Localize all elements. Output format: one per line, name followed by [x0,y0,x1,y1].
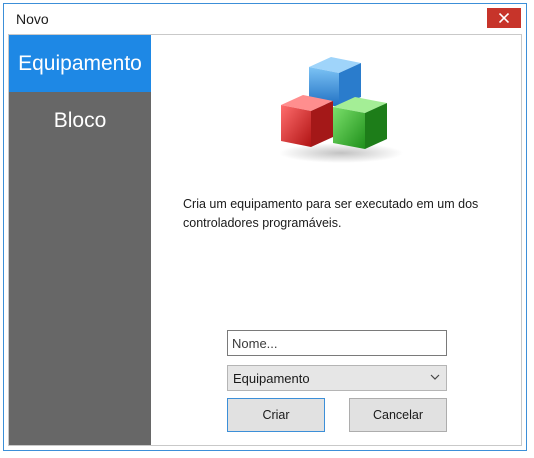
sidebar-item-label: Bloco [53,108,107,132]
sidebar-item-bloco[interactable]: Bloco [9,92,151,149]
create-button[interactable]: Criar [227,398,325,432]
colored-cubes-icon [279,57,403,163]
type-select[interactable]: Equipamento [227,365,447,391]
content-panel: Cria um equipamento para ser executado e… [151,35,521,445]
type-select-value: Equipamento [233,370,310,386]
title-bar[interactable]: Novo [4,4,526,34]
sidebar-item-equipamento[interactable]: Equipamento [9,35,151,92]
create-button-label: Criar [262,408,290,422]
cancel-button[interactable]: Cancelar [349,398,447,432]
dialog-window: Novo Equipamento Bloco Cria um equipamen… [3,3,527,451]
window-title: Novo [16,11,49,27]
sidebar: Equipamento Bloco [9,35,151,445]
close-button[interactable] [487,8,521,28]
chevron-down-icon [430,374,440,380]
sidebar-item-label: Equipamento [18,51,142,75]
cancel-button-label: Cancelar [372,408,424,422]
description-text: Cria um equipamento para ser executado e… [183,197,479,230]
dialog-body: Equipamento Bloco Cria um equipamento pa… [8,34,522,446]
close-icon [499,13,509,23]
name-input[interactable] [227,330,447,356]
